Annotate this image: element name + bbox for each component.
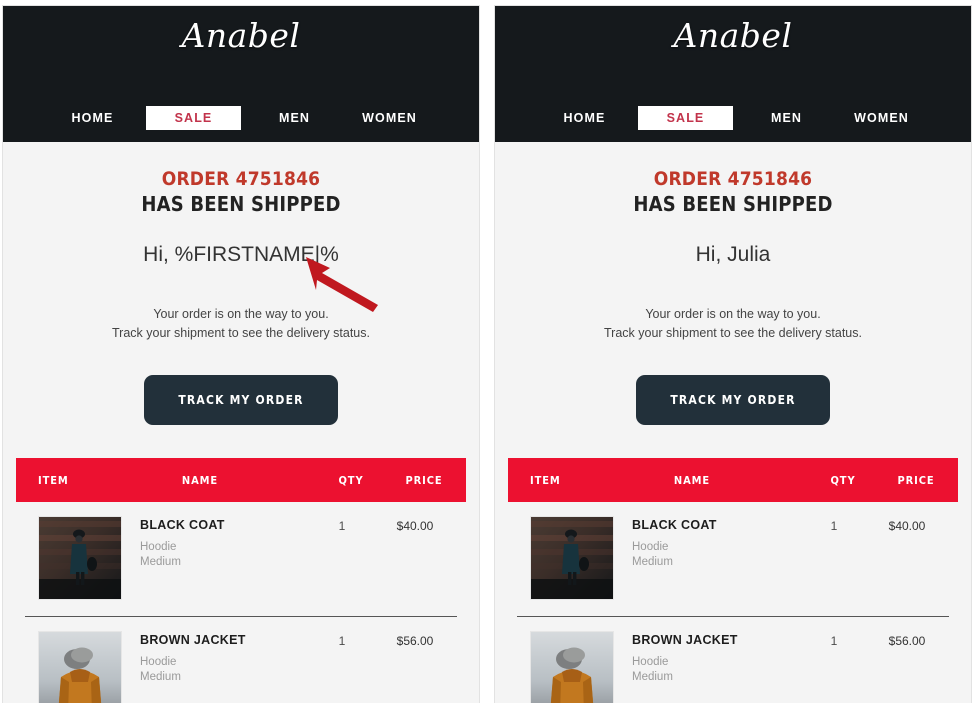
email-body: ORDER 4751846 HAS BEEN SHIPPED Hi, %FIRS…	[3, 142, 479, 703]
product-attribute-size: Medium	[140, 671, 181, 683]
product-attribute-size: Medium	[632, 671, 673, 683]
product-info: BROWN JACKET Hoodie Medium	[614, 631, 803, 703]
product-attribute-type: Hoodie	[140, 541, 177, 553]
nav-item-women[interactable]: WOMEN	[834, 106, 929, 130]
product-name: BROWN JACKET	[140, 633, 246, 647]
nav-item-men[interactable]: MEN	[739, 106, 834, 130]
email-preview-panel-template: Anabel HOME SALE MEN WOMEN ORDER 4751846…	[2, 5, 480, 703]
product-name: BLACK COAT	[140, 518, 225, 532]
product-attribute-type: Hoodie	[140, 656, 177, 668]
email-preview-panel-rendered: Anabel HOME SALE MEN WOMEN ORDER 4751846…	[494, 5, 972, 703]
greeting-line: Hi, %FIRSTNAME|%	[143, 243, 339, 266]
product-thumbnail-brown-jacket	[38, 631, 122, 703]
order-items-table: ITEM NAME QTY PRICE BLACK COAT Hoodie Me…	[16, 458, 466, 703]
navigation-bar: HOME SALE MEN WOMEN	[3, 106, 479, 130]
order-label: ORDER	[161, 168, 230, 190]
product-quantity: 1	[830, 519, 838, 533]
product-price: $40.00	[888, 519, 926, 533]
email-header: Anabel HOME SALE MEN WOMEN	[3, 6, 479, 142]
blurb-line-2: Track your shipment to see the delivery …	[604, 326, 862, 340]
cta-container: TRACK MY ORDER	[3, 375, 479, 425]
email-header: Anabel HOME SALE MEN WOMEN	[495, 6, 971, 142]
column-header-price: PRICE	[405, 473, 443, 487]
product-price: $56.00	[396, 634, 434, 648]
order-label: ORDER	[653, 168, 722, 190]
table-row: BLACK COAT Hoodie Medium 1 $40.00	[25, 502, 457, 616]
brand-wordmark: Anabel	[181, 16, 301, 55]
status-heading: HAS BEEN SHIPPED	[141, 192, 341, 216]
table-row: BROWN JACKET Hoodie Medium 1 $56.00	[25, 616, 457, 703]
table-row: BROWN JACKET Hoodie Medium 1 $56.00	[517, 616, 949, 703]
nav-item-home[interactable]: HOME	[45, 106, 140, 130]
column-header-price: PRICE	[897, 473, 935, 487]
product-info: BLACK COAT Hoodie Medium	[614, 516, 803, 600]
product-price: $56.00	[888, 634, 926, 648]
column-header-qty: QTY	[338, 473, 364, 487]
track-my-order-button[interactable]: TRACK MY ORDER	[636, 375, 830, 425]
track-my-order-button[interactable]: TRACK MY ORDER	[144, 375, 338, 425]
status-heading: HAS BEEN SHIPPED	[633, 192, 833, 216]
shipment-blurb: Your order is on the way to you. Track y…	[3, 305, 479, 343]
table-header-row: ITEM NAME QTY PRICE	[16, 458, 466, 502]
greeting-line: Hi, Julia	[695, 243, 771, 266]
blurb-line-2: Track your shipment to see the delivery …	[112, 326, 370, 340]
email-body: ORDER 4751846 HAS BEEN SHIPPED Hi, Julia…	[495, 142, 971, 703]
product-attribute-size: Medium	[632, 556, 673, 568]
nav-item-home[interactable]: HOME	[537, 106, 632, 130]
product-name: BROWN JACKET	[632, 633, 738, 647]
product-info: BROWN JACKET Hoodie Medium	[122, 631, 311, 703]
column-header-name: NAME	[673, 473, 711, 487]
product-name: BLACK COAT	[632, 518, 717, 532]
column-header-name: NAME	[181, 473, 219, 487]
blurb-line-1: Your order is on the way to you.	[153, 307, 329, 321]
product-quantity: 1	[830, 634, 838, 648]
comparison-stage: Anabel HOME SALE MEN WOMEN ORDER 4751846…	[0, 0, 977, 710]
navigation-bar: HOME SALE MEN WOMEN	[495, 106, 971, 130]
product-attribute-type: Hoodie	[632, 656, 669, 668]
column-header-item: ITEM	[38, 473, 69, 487]
cta-container: TRACK MY ORDER	[495, 375, 971, 425]
order-heading: ORDER 4751846	[495, 168, 971, 190]
product-info: BLACK COAT Hoodie Medium	[122, 516, 311, 600]
product-thumbnail-black-coat	[38, 516, 122, 600]
nav-item-sale[interactable]: SALE	[146, 106, 241, 130]
nav-item-sale[interactable]: SALE	[638, 106, 733, 130]
shipment-blurb: Your order is on the way to you. Track y…	[495, 305, 971, 343]
nav-item-men[interactable]: MEN	[247, 106, 342, 130]
product-quantity: 1	[338, 634, 346, 648]
blurb-line-1: Your order is on the way to you.	[645, 307, 821, 321]
brand-wordmark: Anabel	[673, 16, 793, 55]
column-header-item: ITEM	[530, 473, 561, 487]
order-number: 4751846	[727, 168, 813, 190]
order-items-table: ITEM NAME QTY PRICE BLACK COAT Hoodie Me…	[508, 458, 958, 703]
product-thumbnail-brown-jacket	[530, 631, 614, 703]
product-price: $40.00	[396, 519, 434, 533]
table-row: BLACK COAT Hoodie Medium 1 $40.00	[517, 502, 949, 616]
product-quantity: 1	[338, 519, 346, 533]
column-header-qty: QTY	[830, 473, 856, 487]
product-attribute-type: Hoodie	[632, 541, 669, 553]
table-header-row: ITEM NAME QTY PRICE	[508, 458, 958, 502]
product-attribute-size: Medium	[140, 556, 181, 568]
order-number: 4751846	[235, 168, 321, 190]
product-thumbnail-black-coat	[530, 516, 614, 600]
nav-item-women[interactable]: WOMEN	[342, 106, 437, 130]
order-heading: ORDER 4751846	[3, 168, 479, 190]
